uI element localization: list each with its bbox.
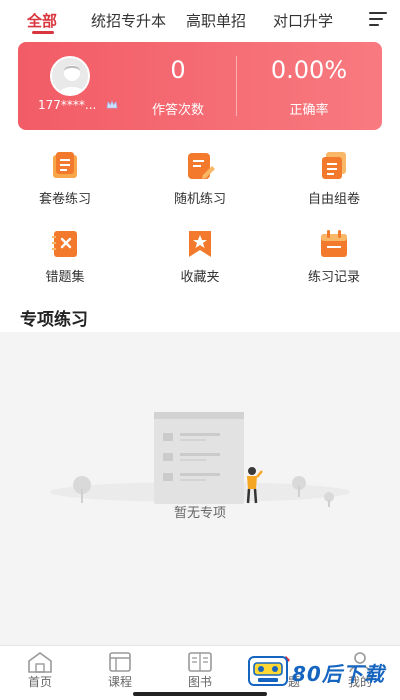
vip-badge-icon bbox=[106, 100, 118, 109]
grid-label: 自由组卷 bbox=[307, 192, 360, 207]
grid-item-favorites[interactable]: 收藏夹 bbox=[145, 228, 255, 288]
active-tab-underline bbox=[32, 31, 54, 34]
grid-label: 套卷练习 bbox=[38, 192, 91, 207]
empty-illustration bbox=[50, 412, 350, 507]
accuracy-label: 正确率 bbox=[289, 103, 329, 118]
book-icon bbox=[188, 652, 212, 672]
paper-set-icon bbox=[53, 152, 77, 178]
home-indicator bbox=[133, 692, 267, 696]
nav-label: 图书 bbox=[187, 675, 212, 689]
empty-message: 暂无专项 bbox=[173, 506, 226, 521]
grid-item-random-practice[interactable]: 随机练习 bbox=[145, 150, 255, 210]
grid-label: 收藏夹 bbox=[180, 270, 220, 285]
user-phone: 177****... bbox=[38, 98, 97, 112]
grid-item-wrong-questions[interactable]: 错题集 bbox=[10, 228, 120, 288]
wrong-questions-icon bbox=[52, 231, 77, 257]
empty-state: 暂无专项 bbox=[0, 332, 400, 645]
top-tab-bar: 全部 统招专升本 高职单招 对口升学 bbox=[0, 0, 400, 40]
section-title: 专项练习 bbox=[20, 310, 88, 330]
custom-paper-icon bbox=[322, 152, 346, 179]
grid-item-paper-set[interactable]: 套卷练习 bbox=[10, 150, 120, 210]
watermark-text: 80后下载 bbox=[292, 662, 385, 686]
grid-item-custom-paper[interactable]: 自由组卷 bbox=[279, 150, 389, 210]
tab-all[interactable]: 全部 bbox=[27, 10, 57, 31]
course-icon bbox=[109, 652, 131, 672]
stats-divider bbox=[236, 56, 237, 116]
stats-card: 177****... 0 作答次数 0.00% 正确率 bbox=[18, 42, 382, 130]
accuracy-value: 0.00% bbox=[270, 56, 348, 84]
site-watermark: 80后下载 bbox=[240, 640, 400, 700]
answer-count-label: 作答次数 bbox=[151, 103, 204, 118]
nav-item-home[interactable]: 首页 bbox=[10, 646, 70, 700]
tab-counterpart-admission[interactable]: 对口升学 bbox=[273, 10, 333, 31]
default-avatar-icon bbox=[58, 65, 86, 94]
favorites-icon bbox=[189, 231, 211, 257]
home-icon bbox=[28, 652, 52, 673]
grid-label: 错题集 bbox=[45, 270, 85, 285]
cassette-logo-icon bbox=[248, 656, 288, 686]
tab-vocational-admission[interactable]: 高职单招 bbox=[186, 10, 246, 31]
tab-college-upgrade[interactable]: 统招专升本 bbox=[91, 10, 166, 31]
grid-label: 练习记录 bbox=[307, 270, 360, 285]
hamburger-icon[interactable] bbox=[369, 12, 387, 26]
nav-label: 课程 bbox=[107, 675, 132, 689]
random-practice-icon bbox=[188, 153, 215, 179]
nav-label: 首页 bbox=[27, 675, 52, 689]
answer-count-value: 0 bbox=[170, 56, 186, 84]
avatar[interactable] bbox=[50, 56, 90, 96]
grid-label: 随机练习 bbox=[173, 192, 226, 207]
practice-record-icon bbox=[321, 230, 347, 257]
grid-item-practice-record[interactable]: 练习记录 bbox=[279, 228, 389, 288]
